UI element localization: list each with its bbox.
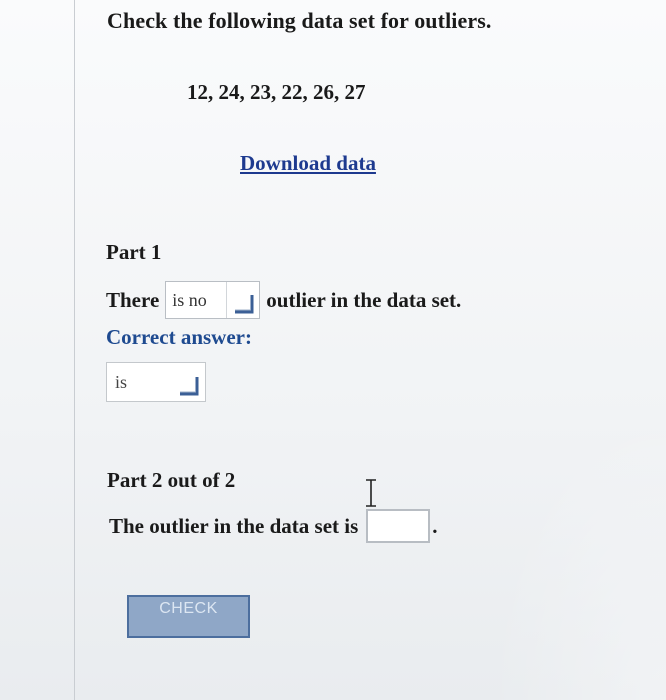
dataset-values: 12, 24, 23, 22, 26, 27 <box>187 80 366 104</box>
part2-heading: Part 2 out of 2 <box>107 468 236 492</box>
outlier-answer-dropdown[interactable]: is no <box>165 281 261 319</box>
part1-sentence-after: outlier in the data set. <box>266 287 462 312</box>
dropdown-separator <box>226 282 228 318</box>
dropdown-arrow-icon[interactable] <box>231 289 257 315</box>
correct-answer-value: is <box>115 371 128 392</box>
page-background: Check the following data set for outlier… <box>0 0 666 700</box>
screen-glare <box>486 400 666 700</box>
check-button-label: CHECK <box>159 599 218 617</box>
correct-answer-dropdown: is <box>106 362 206 402</box>
dropdown-arrow-icon <box>176 371 202 397</box>
download-data-link[interactable]: Download data <box>240 151 376 176</box>
part2-sentence: The outlier in the data set is . <box>109 506 438 546</box>
outlier-value-input[interactable] <box>366 509 431 543</box>
correct-answer-label: Correct answer: <box>106 325 252 349</box>
part2-sentence-text: The outlier in the data set is <box>109 513 359 538</box>
left-divider <box>74 0 75 700</box>
text-cursor-icon <box>366 479 376 507</box>
dropdown-selected-value: is no <box>172 289 207 310</box>
part1-sentence: There is no outlier in the data set. <box>106 280 461 320</box>
question-title: Check the following data set for outlier… <box>107 8 492 33</box>
sentence-period: . <box>432 513 438 538</box>
part1-sentence-before: There <box>106 287 160 312</box>
check-button[interactable]: CHECK <box>127 595 250 638</box>
part1-heading: Part 1 <box>106 240 162 264</box>
